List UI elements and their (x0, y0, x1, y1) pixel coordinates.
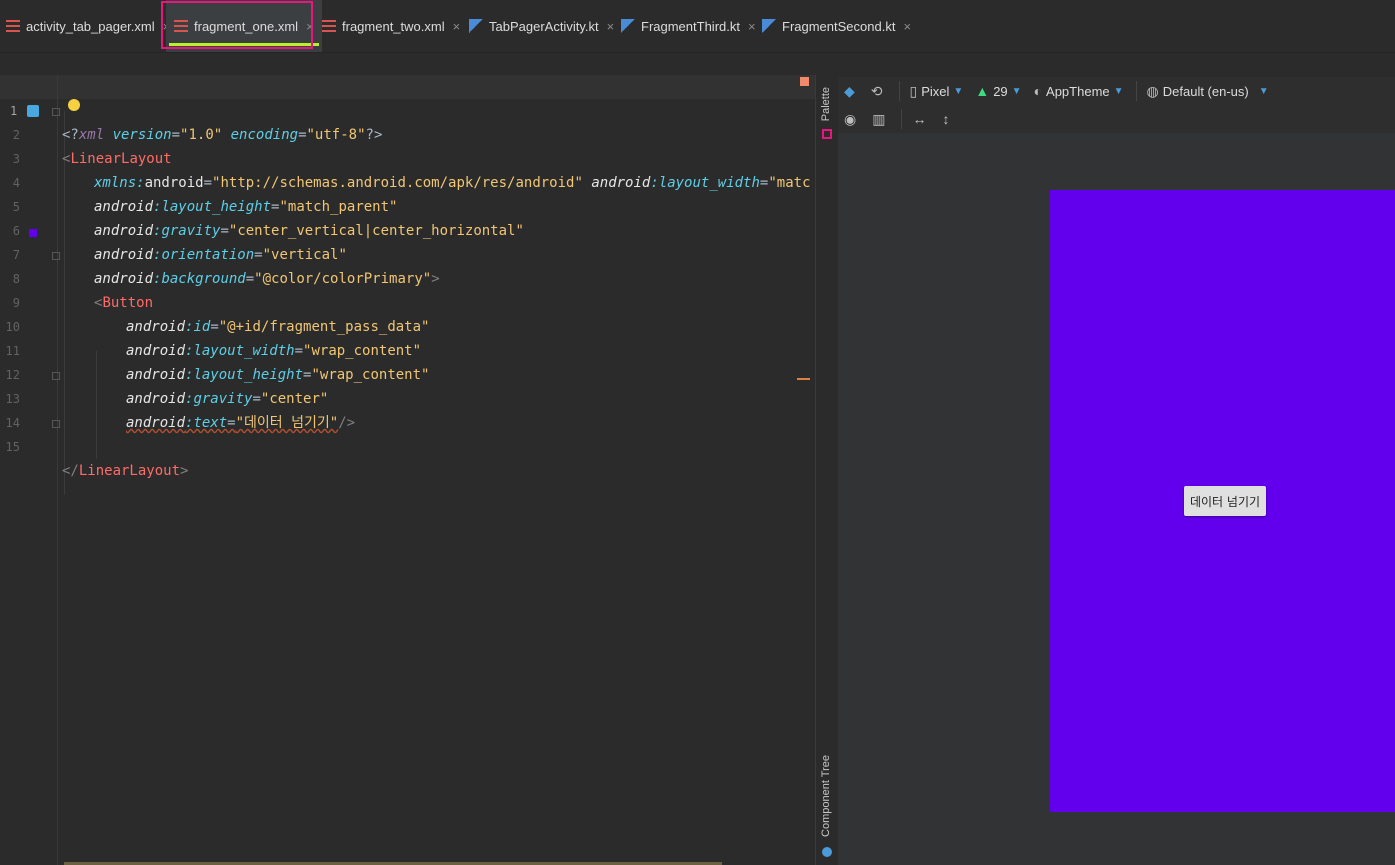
code-line: 15 </LinearLayout> (0, 411, 815, 479)
theme-icon: ◐ (1033, 83, 1043, 99)
chevron-down-icon: ▼ (1258, 85, 1269, 97)
code-token: > (180, 463, 189, 479)
line-number: 15 (5, 440, 20, 454)
toolbar-separator (898, 81, 900, 101)
toolbar-separator (901, 109, 903, 129)
locale-selector[interactable]: ◍ Default (en-us) ▼ (1147, 83, 1269, 100)
android-icon: ▲ (975, 83, 990, 99)
api-level-selector[interactable]: ▲ 29 ▼ (975, 83, 1021, 99)
device-selector[interactable]: ▯ Pixel ▼ (910, 83, 964, 100)
vertical-resize-icon[interactable]: ↕ (942, 111, 953, 127)
tab-label: FragmentSecond.kt (782, 18, 896, 34)
design-toolbar: ◆ ⟲ ▯ Pixel ▼ ▲ 29 ▼ ◐ AppTheme ▼ ◍ Defa… (838, 77, 1395, 105)
designer-side-strip: Palette Component Tree (815, 75, 839, 865)
kotlin-file-icon (621, 19, 635, 33)
tab-fragmentsecond-kt[interactable]: FragmentSecond.kt × (762, 0, 911, 52)
kotlin-file-icon (762, 19, 776, 33)
preview-button[interactable]: 데이터 넘기기 (1184, 486, 1266, 516)
api-level-label: 29 (993, 83, 1008, 99)
tab-label: activity_tab_pager.xml (26, 18, 155, 34)
xml-file-icon (6, 19, 20, 33)
tab-label: FragmentThird.kt (641, 18, 740, 34)
code-line: 2 <LinearLayout (0, 99, 815, 167)
code-line: 1 <?xml version="1.0" encoding="utf-8"?> (0, 75, 815, 143)
blueprint-icon[interactable]: ▥ (872, 111, 889, 128)
device-preview[interactable]: 데이터 넘기기 (1050, 190, 1395, 812)
design-canvas[interactable]: 데이터 넘기기 (838, 133, 1395, 865)
close-icon[interactable]: × (607, 19, 615, 34)
horizontal-resize-icon[interactable]: ↔ (912, 111, 930, 127)
code-token: </ (62, 463, 79, 479)
toolbar-separator (1135, 81, 1137, 101)
locale-label: Default (en-us) (1162, 83, 1249, 99)
code-text: </LinearLayout> (62, 459, 812, 483)
code-line: 11 android:layout_height="wrap_content" (0, 315, 815, 383)
phone-icon: ▯ (909, 82, 918, 99)
code-line: 9 android:id="@+id/fragment_pass_data" (0, 267, 815, 335)
close-icon[interactable]: × (748, 19, 756, 34)
tab-highlight-box (161, 1, 313, 49)
tab-label: fragment_two.xml (342, 18, 445, 34)
chevron-down-icon: ▼ (953, 85, 964, 97)
close-icon[interactable]: × (903, 19, 911, 34)
code-line: 12 android:gravity="center" (0, 339, 815, 407)
eye-icon[interactable]: ◉ (844, 111, 860, 128)
code-line: 6 android:orientation="vertical" (0, 195, 815, 263)
tab-tabpageractivity-kt[interactable]: TabPagerActivity.kt × (469, 0, 614, 52)
code-token: LinearLayout (78, 463, 181, 479)
theme-selector[interactable]: ◐ AppTheme ▼ (1034, 83, 1124, 99)
tab-fragment-two-xml[interactable]: fragment_two.xml × (322, 0, 460, 52)
code-line: 7 android:background="@color/colorPrimar… (0, 219, 815, 287)
chevron-down-icon: ▼ (1011, 85, 1022, 97)
xml-file-icon (322, 19, 336, 33)
device-label: Pixel (921, 83, 950, 99)
code-line: 3 xmlns:android="http://schemas.android.… (0, 123, 815, 191)
code-line: 10 android:layout_width="wrap_content" (0, 291, 815, 359)
code-line: 14 (0, 387, 815, 430)
code-line: 8 <Button (0, 243, 815, 311)
globe-icon: ◍ (1146, 82, 1159, 99)
editor-tab-bar: activity_tab_pager.xml × fragment_one.xm… (0, 0, 1395, 53)
layout-design-panel: ◆ ⟲ ▯ Pixel ▼ ▲ 29 ▼ ◐ AppTheme ▼ ◍ Defa… (838, 75, 1395, 865)
theme-label: AppTheme (1046, 83, 1110, 99)
code-line: 4 android:layout_height="match_parent" (0, 147, 815, 215)
globe-icon (822, 847, 832, 857)
palette-toggle[interactable]: Palette (820, 87, 832, 121)
layers-icon[interactable]: ◆ (844, 83, 859, 100)
tab-fragmentthird-kt[interactable]: FragmentThird.kt × (621, 0, 756, 52)
design-secondary-toolbar: ◉ ▥ ↔ ↕ (838, 105, 1395, 133)
code-line: 5 android:gravity="center_vertical|cente… (0, 171, 815, 239)
kotlin-file-icon (469, 19, 483, 33)
orientation-icon[interactable]: ⟲ (871, 83, 887, 100)
component-tree-toggle[interactable]: Component Tree (820, 755, 832, 837)
tab-label: TabPagerActivity.kt (489, 18, 599, 34)
code-line: 13 android:text="데이터 넘기기"/> (0, 363, 815, 431)
code-editor[interactable]: 1 <?xml version="1.0" encoding="utf-8"?>… (0, 75, 815, 865)
chevron-down-icon: ▼ (1113, 85, 1124, 97)
tab-activity-tab-pager-xml[interactable]: activity_tab_pager.xml × (6, 0, 170, 52)
palette-icon (822, 129, 832, 139)
close-icon[interactable]: × (453, 19, 461, 34)
